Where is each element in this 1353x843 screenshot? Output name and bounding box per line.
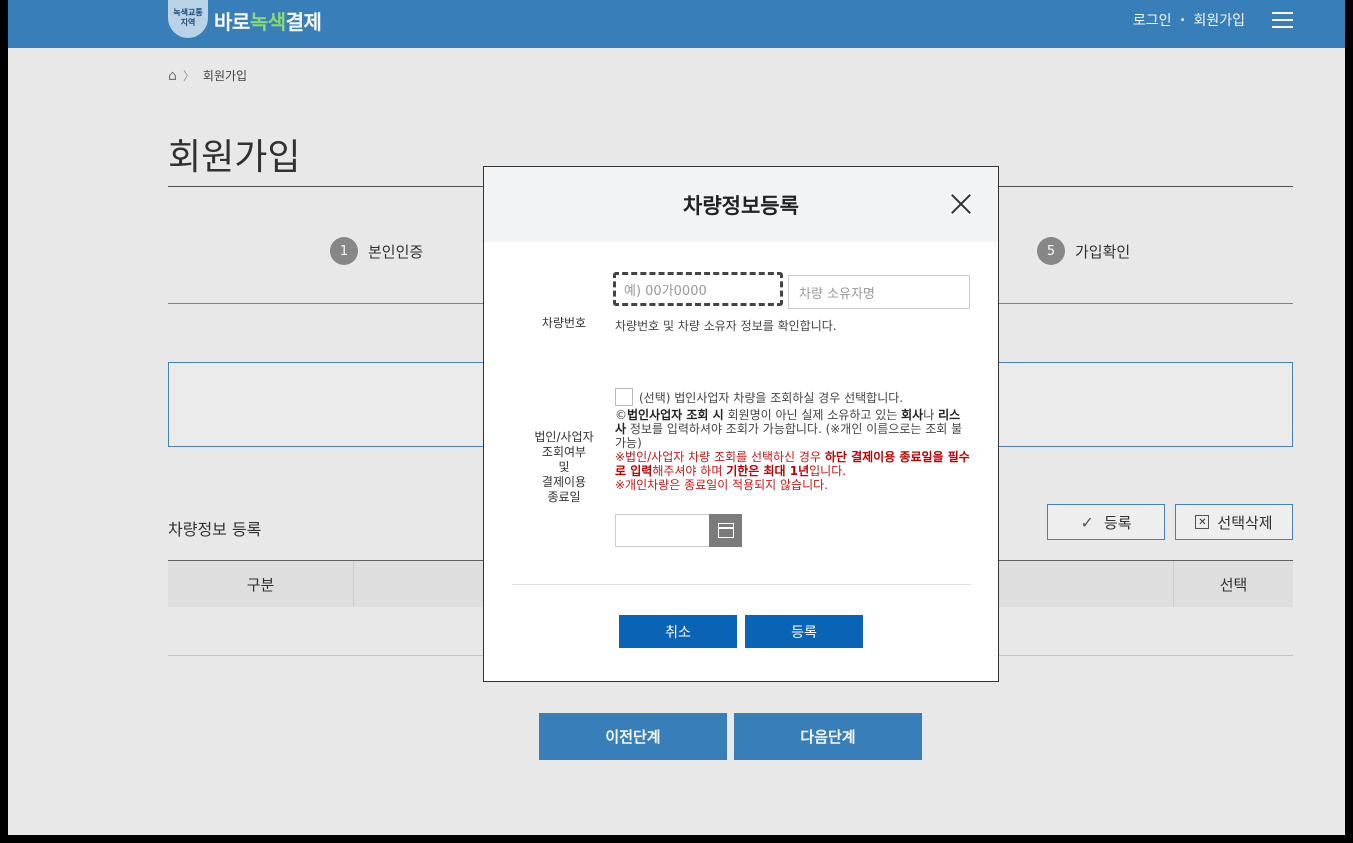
submit-button[interactable]: 등록 — [745, 615, 863, 648]
corp-checkbox[interactable] — [615, 388, 633, 406]
corp-label-line: 및 — [558, 460, 570, 474]
corp-checkbox-label: (선택) 법인사업자 차량을 조회하실 경우 선택합니다. — [639, 391, 904, 405]
calendar-button[interactable] — [709, 514, 742, 547]
corp-label-line: 조회여부 — [541, 445, 587, 459]
corp-notice: ©법인사업자 조회 시 회원명이 아닌 실제 소유하고 있는 회사나 리스사 정… — [615, 408, 971, 492]
calendar-icon — [717, 523, 734, 538]
owner-name-input[interactable]: 차량 소유자명 — [788, 275, 970, 309]
notice-line-3: ※개인차량은 종료일이 적용되지 않습니다. — [615, 478, 828, 492]
owner-name-placeholder: 차량 소유자명 — [799, 286, 875, 302]
end-date-field — [615, 514, 742, 547]
plate-number-input[interactable]: 예) 00가0000 — [613, 272, 783, 306]
vehicle-register-modal: 차량정보등록 차량번호 예) 00가0000 차량 소유자명 차량번호 및 차량… — [483, 166, 999, 682]
end-date-input[interactable] — [616, 515, 709, 546]
plate-number-placeholder: 예) 00가0000 — [624, 283, 707, 299]
plate-hint: 차량번호 및 차량 소유자 정보를 확인합니다. — [615, 319, 837, 333]
notice-line-2: ※법인/사업자 차량 조회를 선택하신 경우 하단 결제이용 종료일을 필수로 … — [615, 450, 970, 478]
close-icon[interactable] — [950, 193, 972, 215]
cancel-button[interactable]: 취소 — [619, 615, 737, 648]
corp-label-line: 종료일 — [547, 490, 581, 504]
modal-divider — [512, 584, 971, 585]
notice-line-1: ©법인사업자 조회 시 회원명이 아닌 실제 소유하고 있는 회사나 리스사 정… — [615, 408, 963, 450]
plate-label: 차량번호 — [541, 316, 587, 330]
modal-title: 차량정보등록 — [683, 193, 799, 218]
corp-label-line: 결제이용 — [541, 475, 587, 489]
corp-label-line: 법인/사업자 — [534, 430, 594, 444]
browser-viewport: 녹색교통 지역 바로녹색결제 로그인 • 회원가입 ⌂ 〉 회원가입 회원가입 … — [8, 0, 1345, 835]
modal-header: 차량정보등록 — [484, 167, 998, 242]
corp-label: 법인/사업자 조회여부 및 결제이용 종료일 — [524, 430, 604, 505]
